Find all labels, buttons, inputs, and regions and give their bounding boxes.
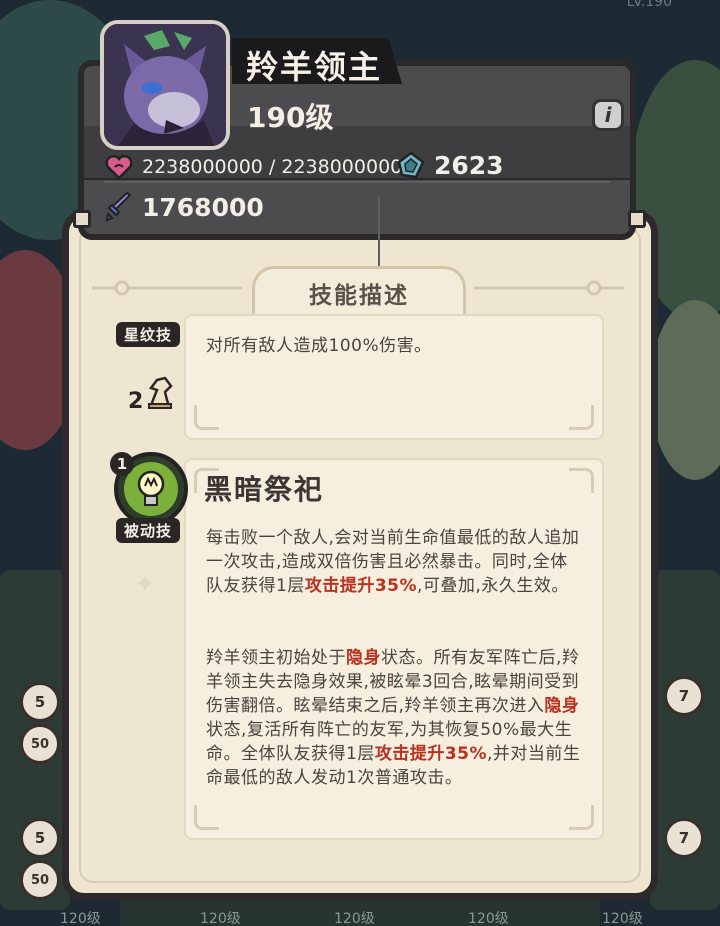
unit-name: 羚羊领主 xyxy=(246,48,383,86)
card-corner-ornament xyxy=(569,468,594,493)
tab-ornament-right xyxy=(474,280,624,296)
bg-side-badge: 5 xyxy=(20,682,60,722)
panel-clip xyxy=(73,210,91,228)
stat-hp: 2238000000 / 2238000000 xyxy=(104,152,402,182)
stat-defense: 2623 xyxy=(396,150,504,180)
passive-skill-label: 被动技 xyxy=(116,518,181,543)
skill-rank: 2 xyxy=(128,374,175,414)
bg-unit-level: 120级 xyxy=(468,911,509,926)
bg-side-badge: 50 xyxy=(20,724,60,764)
bg-unit-column-right xyxy=(650,570,720,910)
stat-attack: 1768000 xyxy=(104,192,264,222)
chess-knight-icon xyxy=(145,374,175,414)
bg-side-badge: 50 xyxy=(20,860,60,900)
heart-icon xyxy=(104,152,134,182)
bg-side-badge: 7 xyxy=(664,676,704,716)
stat-hp-value: 2238000000 / 2238000000 xyxy=(142,156,403,178)
skill-card-passive: 黑暗祭祀 每击败一个敌人,会对当前生命值最低的敌人追加一次攻击,造成双倍伤害且必… xyxy=(184,458,604,840)
antelope-lord-portrait xyxy=(100,20,230,150)
stat-attack-value: 1768000 xyxy=(142,192,264,222)
shield-icon xyxy=(396,150,426,180)
star-skill-description: 对所有敌人造成100%伤害。 xyxy=(206,336,432,356)
bg-side-badge: 7 xyxy=(664,818,704,858)
info-icon: i xyxy=(604,103,612,127)
skill-card-star: 对所有敌人造成100%伤害。 xyxy=(184,314,604,440)
stat-defense-value: 2623 xyxy=(434,150,504,180)
bg-side-badge: 5 xyxy=(20,818,60,858)
sword-icon xyxy=(104,192,134,222)
bg-unit-level: 120级 xyxy=(602,911,643,926)
unit-level: 190级 xyxy=(247,101,334,134)
bg-unit-level: 120级 xyxy=(60,911,101,926)
card-corner-ornament xyxy=(194,405,219,430)
panel-clip xyxy=(628,210,646,228)
passive-skill-paragraph-2: 羚羊领主初始处于隐身状态。所有友军阵亡后,羚羊领主失去隐身效果,被眩晕3回合,眩… xyxy=(206,648,581,788)
tab-skill-description: 技能描述 xyxy=(252,266,466,316)
card-corner-ornament xyxy=(569,405,594,430)
card-corner-ornament xyxy=(194,805,219,830)
passive-skill-name: 黑暗祭祀 xyxy=(204,473,325,506)
sparkle-icon: ✦ xyxy=(134,570,156,600)
info-button[interactable]: i xyxy=(592,99,624,131)
skill-rank-number: 2 xyxy=(128,389,144,414)
bg-unit-level: 120级 xyxy=(334,911,375,926)
bg-top-level: LV.190 xyxy=(626,0,672,10)
bg-unit-level: 120级 xyxy=(200,911,241,926)
card-corner-ornament xyxy=(569,805,594,830)
star-skill-label: 星纹技 xyxy=(116,322,181,347)
bg-foliage xyxy=(650,300,720,480)
passive-skill-badge: 1 xyxy=(110,452,134,476)
tab-ornament-left xyxy=(92,280,242,296)
passive-skill-paragraph-1: 每击败一个敌人,会对当前生命值最低的敌人追加一次攻击,造成双倍伤害且必然暴击。同… xyxy=(206,528,580,596)
